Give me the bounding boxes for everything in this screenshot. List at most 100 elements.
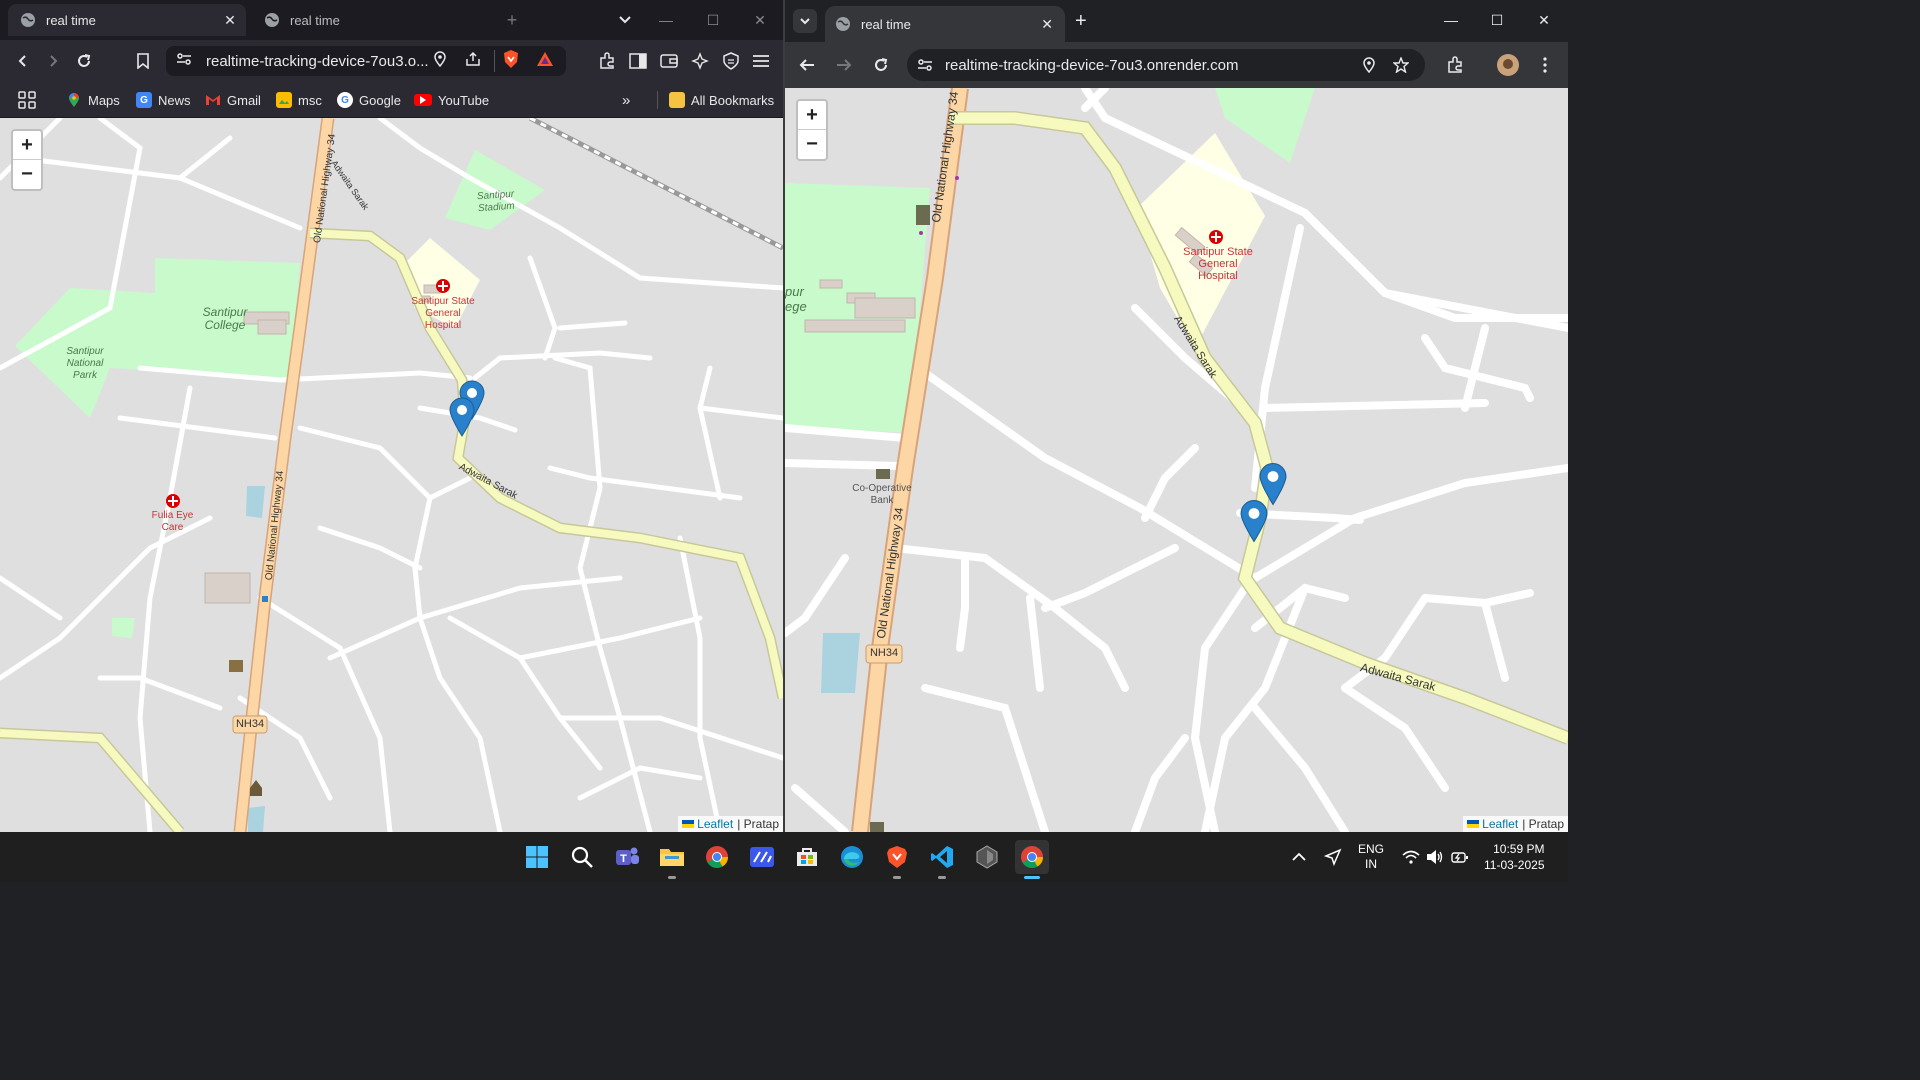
brave-icon[interactable]	[880, 840, 914, 879]
file-explorer-icon[interactable]	[655, 840, 689, 879]
right-browser-window: real time ✕ + — ☐ ✕ realtime-tracking-de…	[785, 0, 1568, 832]
google-icon: G	[337, 92, 353, 108]
map-label-stadium: Santipur Stadium	[476, 188, 516, 215]
bookmark-label: News	[158, 92, 191, 108]
close-tab-icon[interactable]: ✕	[222, 12, 238, 28]
battery-icon[interactable]	[1451, 832, 1469, 882]
zoom-out-button[interactable]: −	[798, 130, 826, 159]
zoom-out-button[interactable]: −	[13, 160, 41, 189]
forward-icon[interactable]	[832, 53, 856, 77]
menu-icon[interactable]	[749, 49, 773, 73]
nh34-shield-label: NH34	[235, 718, 265, 730]
zoom-in-button[interactable]: +	[798, 101, 826, 130]
close-window-icon[interactable]: ✕	[1532, 8, 1556, 32]
menu-icon[interactable]	[1533, 53, 1557, 77]
tab-real-time-active[interactable]: real time ✕	[8, 4, 246, 36]
extensions-icon[interactable]	[595, 49, 619, 73]
language-indicator[interactable]: ENG IN	[1358, 832, 1384, 882]
bookmarks-bar: Maps G News Gmail msc G Google YouTube » A…	[0, 82, 783, 118]
site-settings-icon[interactable]	[176, 52, 192, 70]
minimize-icon[interactable]: —	[654, 8, 678, 32]
show-hidden-icons-chevron-icon[interactable]	[1292, 832, 1306, 882]
leo-ai-icon[interactable]	[688, 49, 712, 73]
avatar[interactable]	[1497, 54, 1519, 76]
close-tab-icon[interactable]: ✕	[1041, 16, 1053, 33]
tab-search-chevron-icon[interactable]	[793, 9, 817, 33]
leaflet-map[interactable]: Santipur Stadium Santipur State General …	[0, 118, 783, 832]
bookmark-youtube[interactable]: YouTube	[414, 88, 489, 112]
zoom-in-button[interactable]: +	[13, 131, 41, 160]
search-icon[interactable]	[565, 840, 599, 874]
location-arrow-icon[interactable]	[1324, 832, 1342, 882]
attribution-text: | Pratap	[1522, 817, 1564, 831]
windows-start-icon[interactable]	[520, 840, 554, 874]
app-icon[interactable]	[970, 840, 1004, 874]
leaflet-link[interactable]: Leaflet	[697, 817, 733, 831]
chrome-icon[interactable]	[700, 840, 734, 874]
new-tab-button[interactable]: +	[1075, 10, 1087, 33]
tab-search-chevron-icon[interactable]	[613, 8, 637, 32]
clock[interactable]: 10:59 PM 11-03-2025	[1484, 832, 1545, 882]
new-tab-button[interactable]: +	[500, 8, 524, 32]
wallet-icon[interactable]	[657, 49, 681, 73]
all-bookmarks-folder[interactable]: All Bookmarks	[669, 88, 774, 112]
sidebar-icon[interactable]	[626, 49, 650, 73]
bookmark-label: msc	[298, 92, 322, 108]
bookmark-label: Google	[359, 92, 401, 108]
leaflet-link[interactable]: Leaflet	[1482, 817, 1518, 831]
bookmark-msc[interactable]: msc	[276, 88, 322, 112]
maps-icon	[66, 92, 82, 108]
back-icon[interactable]	[795, 53, 819, 77]
share-icon[interactable]	[465, 51, 481, 71]
reload-icon[interactable]	[72, 49, 96, 73]
brave-rewards-icon[interactable]	[536, 51, 554, 71]
bookmark-maps[interactable]: Maps	[66, 88, 120, 112]
location-pin-icon[interactable]	[1363, 57, 1375, 73]
close-window-icon[interactable]: ✕	[748, 8, 772, 32]
address-bar[interactable]: realtime-tracking-device-7ou3.o...	[166, 46, 566, 76]
clock-time: 10:59 PM	[1493, 842, 1545, 856]
map-label-eye-care: Fulia Eye Care	[151, 510, 194, 533]
map-tiles	[785, 88, 1568, 832]
attribution: Leaflet | Pratap	[1463, 816, 1568, 832]
wifi-icon[interactable]	[1402, 832, 1420, 882]
forward-icon[interactable]	[41, 49, 65, 73]
ukraine-flag-icon	[682, 820, 695, 828]
volume-icon[interactable]	[1426, 832, 1444, 882]
store-icon[interactable]	[790, 840, 824, 874]
location-pin-icon[interactable]	[434, 51, 446, 71]
leaflet-map[interactable]: Santipur State General Hospital pur ege …	[785, 88, 1568, 832]
reload-icon[interactable]	[869, 53, 893, 77]
extensions-icon[interactable]	[1443, 53, 1467, 77]
back-icon[interactable]	[11, 49, 35, 73]
map-tiles	[0, 118, 783, 832]
terminal-icon[interactable]	[745, 840, 779, 874]
site-settings-icon[interactable]	[917, 58, 933, 72]
tab-real-time[interactable]: real time	[252, 4, 490, 36]
teams-icon[interactable]: T	[610, 840, 644, 874]
map-label-park: Santipur National Parrk	[66, 346, 104, 381]
attribution-text: | Pratap	[737, 817, 779, 831]
more-bookmarks-chevron-icon[interactable]: »	[622, 88, 630, 112]
tab-strip: real time ✕ + — ☐ ✕	[785, 0, 1568, 42]
bookmark-google[interactable]: G Google	[337, 88, 401, 112]
map-label-hospital: Santipur State General Hospital	[1183, 246, 1253, 282]
chrome-active-icon[interactable]	[1015, 840, 1049, 879]
edge-icon[interactable]	[835, 840, 869, 874]
address-bar[interactable]: realtime-tracking-device-7ou3.onrender.c…	[907, 49, 1425, 81]
minimize-icon[interactable]: —	[1439, 8, 1463, 32]
apps-grid-icon[interactable]	[17, 88, 37, 112]
vpn-icon[interactable]	[719, 49, 743, 73]
maximize-icon[interactable]: ☐	[1485, 8, 1509, 32]
star-icon[interactable]	[1393, 57, 1409, 73]
bookmark-news[interactable]: G News	[136, 88, 191, 112]
vscode-icon[interactable]	[925, 840, 959, 879]
bookmark-gmail[interactable]: Gmail	[205, 88, 261, 112]
bookmark-icon[interactable]	[131, 49, 155, 73]
brave-shields-icon[interactable]	[502, 49, 520, 73]
maximize-icon[interactable]: ☐	[701, 8, 725, 32]
attribution: Leaflet | Pratap	[678, 816, 783, 832]
tab-real-time-active[interactable]: real time ✕	[825, 6, 1065, 42]
all-bookmarks-label: All Bookmarks	[691, 92, 775, 108]
tab-strip: real time ✕ real time + — ☐ ✕	[0, 0, 783, 40]
